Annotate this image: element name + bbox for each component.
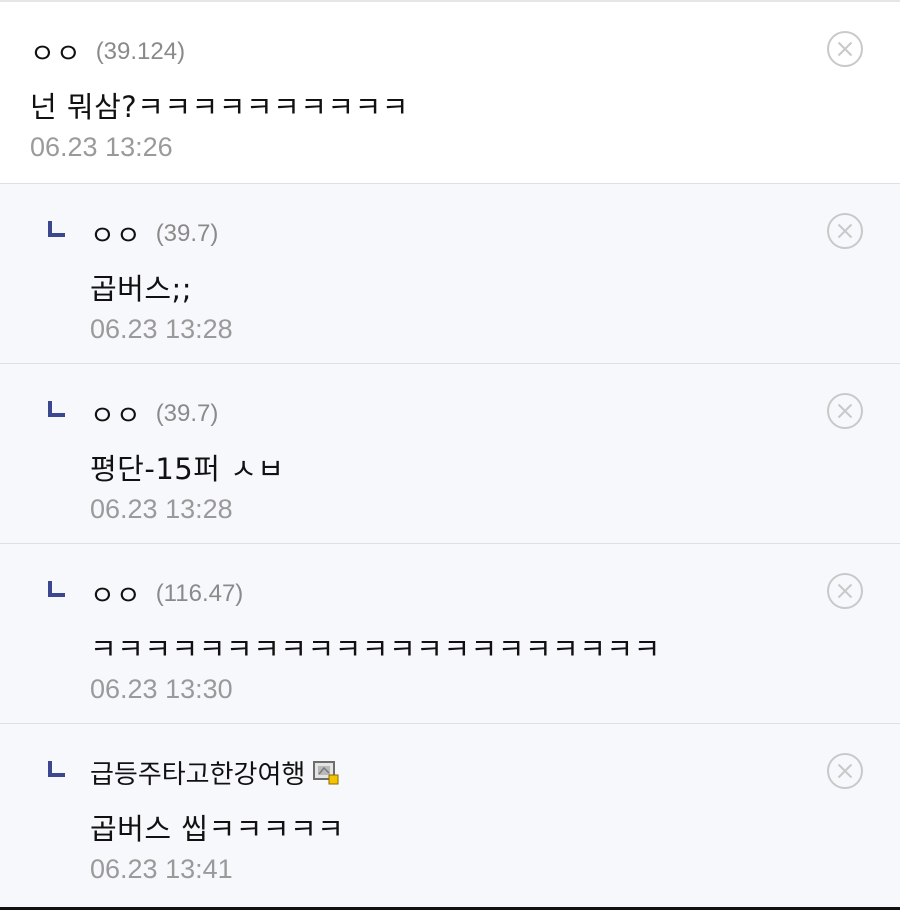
delete-comment-button[interactable]	[826, 572, 864, 610]
comment-text: 곱버스;;	[90, 272, 193, 306]
comment-date: 06.23 13:28	[90, 314, 233, 344]
comment-text: 곱버스 씹ㅋㅋㅋㅋㅋ	[90, 812, 345, 846]
comment-header: ㅇㅇ (39.124)	[30, 32, 185, 71]
delete-comment-button[interactable]	[826, 212, 864, 250]
comment-ip: (39.7)	[155, 399, 219, 427]
comment-text: ㅋㅋㅋㅋㅋㅋㅋㅋㅋㅋㅋㅋㅋㅋㅋㅋㅋㅋㅋㅋㅋ	[90, 632, 661, 666]
circle-x-icon	[827, 573, 863, 609]
delete-comment-button[interactable]	[826, 392, 864, 430]
comment-date: 06.23 13:26	[30, 132, 173, 162]
delete-comment-button[interactable]	[826, 30, 864, 68]
comment-nickname[interactable]: ㅇㅇ	[90, 574, 142, 613]
comment-item: ㅇㅇ (39.124) 넌 뭐삼?ㅋㅋㅋㅋㅋㅋㅋㅋㅋㅋ 06.23 13:26	[0, 2, 900, 184]
reply-item: ㅇㅇ (116.47) ㅋㅋㅋㅋㅋㅋㅋㅋㅋㅋㅋㅋㅋㅋㅋㅋㅋㅋㅋㅋㅋ 06.23 …	[0, 544, 900, 724]
delete-comment-button[interactable]	[826, 752, 864, 790]
comment-nickname[interactable]: ㅇㅇ	[30, 32, 82, 71]
comment-nickname[interactable]: ㅇㅇ	[90, 214, 142, 253]
comment-list: ㅇㅇ (39.124) 넌 뭐삼?ㅋㅋㅋㅋㅋㅋㅋㅋㅋㅋ 06.23 13:26 …	[0, 0, 900, 910]
comment-nickname[interactable]: 급등주타고한강여행	[90, 754, 305, 791]
fixed-nick-icon	[313, 760, 339, 784]
reply-item: 급등주타고한강여행 곱버스 씹ㅋㅋㅋㅋㅋ 06.23 13:41	[0, 724, 900, 907]
reply-arrow-icon	[48, 401, 65, 417]
comment-header: ㅇㅇ (116.47)	[90, 574, 243, 613]
comment-date: 06.23 13:41	[90, 854, 233, 884]
comment-text: 평단-15퍼 ㅅㅂ	[90, 452, 285, 486]
reply-item: ㅇㅇ (39.7) 곱버스;; 06.23 13:28	[0, 184, 900, 364]
comment-text: 넌 뭐삼?ㅋㅋㅋㅋㅋㅋㅋㅋㅋㅋ	[30, 90, 409, 124]
reply-item: ㅇㅇ (39.7) 평단-15퍼 ㅅㅂ 06.23 13:28	[0, 364, 900, 544]
circle-x-icon	[827, 213, 863, 249]
comment-ip: (39.7)	[155, 219, 219, 247]
comment-ip: (39.124)	[95, 37, 186, 65]
circle-x-icon	[827, 393, 863, 429]
circle-x-icon	[827, 31, 863, 67]
reply-arrow-icon	[48, 761, 65, 777]
comment-header: ㅇㅇ (39.7)	[90, 214, 218, 253]
reply-arrow-icon	[48, 221, 65, 237]
comment-nickname[interactable]: ㅇㅇ	[90, 394, 142, 433]
reply-arrow-icon	[48, 581, 65, 597]
circle-x-icon	[827, 753, 863, 789]
comment-header: ㅇㅇ (39.7)	[90, 394, 218, 433]
comment-ip: (116.47)	[155, 579, 244, 607]
comment-date: 06.23 13:28	[90, 494, 233, 524]
comment-header: 급등주타고한강여행	[90, 754, 339, 791]
comment-date: 06.23 13:30	[90, 674, 233, 704]
